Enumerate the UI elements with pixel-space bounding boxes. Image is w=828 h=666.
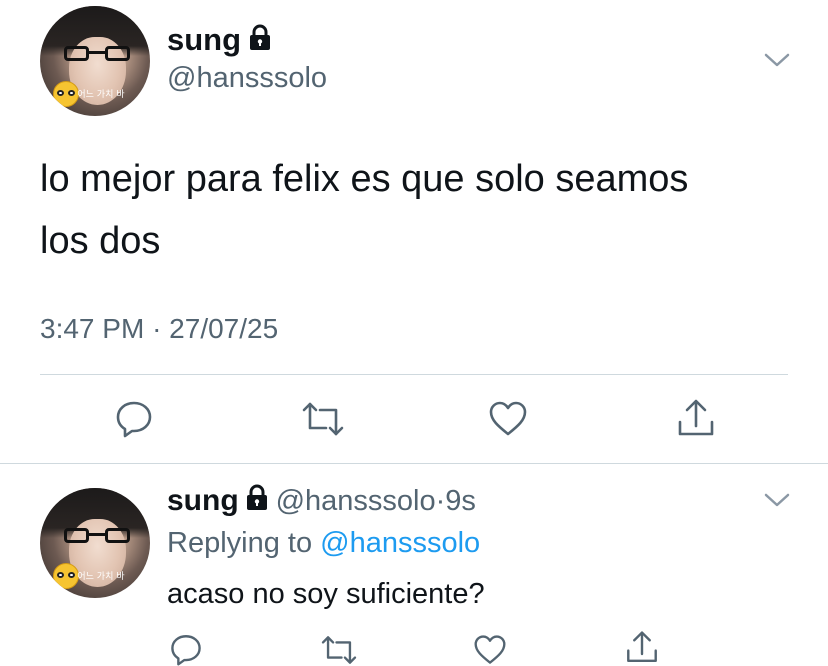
nerd-emoji-icon	[53, 81, 80, 108]
retweet-icon[interactable]	[300, 400, 346, 438]
tweet-timestamp[interactable]: 3:47 PM · 27/07/25	[40, 313, 278, 345]
divider	[40, 374, 788, 375]
retweet-icon[interactable]	[318, 634, 360, 666]
reply-avatar[interactable]: 어느 가치 바	[40, 488, 150, 598]
author-handle[interactable]: @hansssolo	[167, 62, 327, 95]
lock-icon	[246, 24, 274, 52]
avatar[interactable]: 어느 가치 바	[40, 6, 150, 116]
reply-separator: ·	[435, 485, 446, 517]
chevron-down-icon[interactable]	[764, 492, 790, 508]
replying-to-handle[interactable]: @hansssolo	[320, 527, 480, 559]
heart-icon[interactable]	[488, 400, 528, 438]
avatar-glasses	[64, 527, 131, 543]
meta-separator: ·	[152, 313, 162, 344]
heart-icon[interactable]	[472, 634, 508, 666]
reply-author-name[interactable]: sung	[167, 484, 239, 517]
share-icon[interactable]	[676, 398, 716, 440]
reply-age: 9s	[445, 485, 476, 517]
tweet-date: 27/07/25	[169, 313, 279, 344]
tweet-text-line1: lo mejor para felix es que solo seamos	[40, 158, 689, 200]
reply-text: acaso no soy suficiente?	[167, 578, 485, 610]
author-name[interactable]: sung	[167, 22, 241, 57]
tweet-text: lo mejor para felix es que solo seamos l…	[40, 148, 800, 272]
reply-icon[interactable]	[114, 398, 154, 438]
share-icon[interactable]	[624, 630, 660, 666]
reply-icon[interactable]	[168, 632, 204, 666]
author-name-row: sung	[167, 22, 274, 62]
replying-to-label: Replying to	[167, 527, 313, 559]
lock-icon	[243, 484, 271, 512]
avatar-glasses	[64, 45, 131, 61]
avatar-caption: 어느 가치 바	[77, 571, 125, 582]
nerd-emoji-icon	[53, 563, 80, 590]
tweet-time: 3:47 PM	[40, 313, 145, 344]
chevron-down-icon[interactable]	[764, 52, 790, 68]
reply-header: sung @hansssolo·9s	[167, 484, 476, 524]
avatar-caption: 어느 가치 바	[77, 89, 125, 100]
reply-handle[interactable]: @hansssolo	[276, 485, 436, 517]
section-divider	[0, 463, 828, 464]
replying-to-line: Replying to @hansssolo	[167, 527, 480, 560]
tweet-text-line2: los dos	[40, 220, 161, 262]
